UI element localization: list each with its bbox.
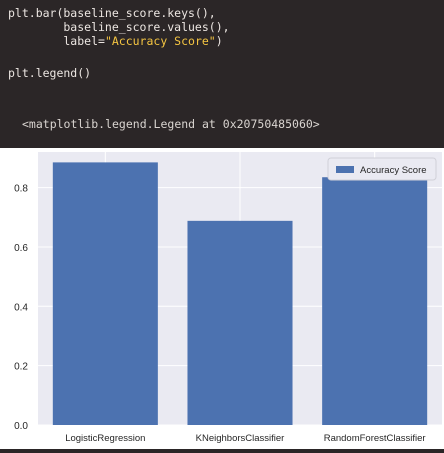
bar-chart: 0.0 0.2 0.4 0.6 0.8 LogisticRegression KNeighb… (14, 152, 442, 444)
code-line-4: plt.legend() (8, 66, 92, 80)
code-line-3-prefix: label= (8, 34, 105, 48)
code-line-1: plt.bar(baseline_score.keys(), (8, 6, 216, 20)
code-cell[interactable]: plt.bar(baseline_score.keys(), baseline_… (0, 0, 444, 148)
y-tick-label: 0.2 (14, 362, 28, 373)
code-line-2: baseline_score.values(), (8, 20, 230, 34)
plot-output: 0.0 0.2 0.4 0.6 0.8 LogisticRegression KNeighb… (0, 148, 444, 449)
y-tick-label: 0.0 (14, 421, 28, 432)
code-line-3-suffix: ) (215, 34, 223, 48)
legend-label: Accuracy Score (360, 165, 427, 176)
x-tick-label: KNeighborsClassifier (196, 433, 285, 444)
y-tick-label: 0.8 (14, 184, 28, 195)
cell-output-text: <matplotlib.legend.Legend at 0x207504850… (22, 117, 320, 131)
code-string-literal: "Accuracy Score" (104, 34, 216, 48)
x-tick-label: LogisticRegression (65, 433, 145, 444)
y-tick-label: 0.6 (14, 243, 28, 254)
y-tick-label: 0.4 (14, 302, 28, 313)
bar (52, 162, 158, 425)
x-tick-label: RandomForestClassifier (324, 433, 426, 444)
legend-swatch (336, 166, 354, 173)
bar (322, 177, 428, 425)
bar (187, 220, 293, 425)
code-line-3: label="Accuracy Score") (8, 34, 223, 48)
